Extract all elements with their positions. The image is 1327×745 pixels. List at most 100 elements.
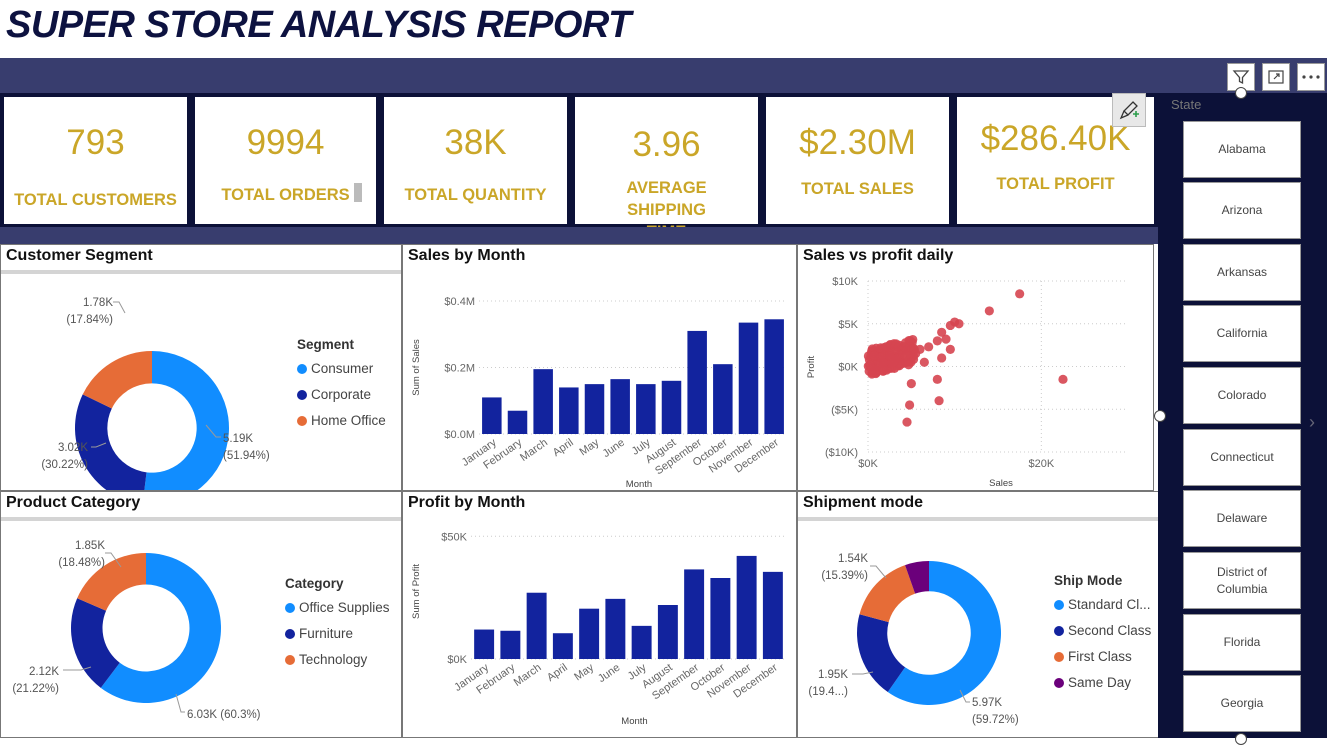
kpi-label: TOTAL PROFIT [996,175,1115,193]
data-label: 6.03K (60.3%) [187,709,261,721]
scatter-point [902,417,912,427]
data-label: (17.84%) [66,314,113,326]
bar [661,380,682,434]
scatter-point [934,396,944,406]
slicer-item[interactable]: Arizona [1183,182,1301,239]
format-brush-icon[interactable] [1112,93,1146,127]
title-underline [1,270,401,274]
scatter-point [1015,289,1025,299]
report-title: SUPER STORE ANALYSIS REPORT [6,4,631,46]
y-tick-label: $10K [832,276,858,288]
slicer-item[interactable]: Arkansas [1183,244,1301,301]
x-axis-title: Sales [989,478,1013,489]
separator-band [0,227,1158,244]
more-options-icon[interactable] [1297,63,1325,91]
legend-marker [1054,652,1064,662]
scatter-point [937,353,947,363]
scatter-point [867,364,877,374]
data-label: 2.12K [29,666,59,678]
bar [579,608,600,659]
scatter-point [905,400,915,410]
kpi-card-quantity[interactable]: 38K TOTAL QUANTITY [384,97,567,224]
visual-title: Sales by Month [408,247,526,264]
shipment-mode-visual[interactable]: Shipment mode Ship Mode Standard Cl... Sec… [797,491,1164,738]
y-tick-label: $50K [441,531,467,543]
sales-by-month-visual[interactable]: Sales by Month $0.0M $0.2M $0.4M January Feb… [402,244,797,491]
x-axis-title: Month [621,716,647,727]
slicer-item[interactable]: Delaware [1183,490,1301,547]
slicer-item[interactable]: California [1183,305,1301,362]
kpi-value: $2.30M [799,123,916,162]
legend-marker [285,655,295,665]
x-tick-label: June [601,437,627,461]
x-tick-label: May [577,436,601,458]
legend-item: Furniture [299,626,353,641]
legend-item: Standard Cl... [1068,597,1151,612]
profit-by-month-visual[interactable]: Profit by Month $0K $50K January February Ma… [402,491,797,738]
bar [482,397,502,434]
y-tick-label: ($10K) [825,447,858,459]
bar [713,364,733,434]
customer-segment-visual[interactable]: Customer Segment Segment Consumer Corporat… [0,244,402,491]
kpi-card-sales[interactable]: $2.30M TOTAL SALES [766,97,949,224]
data-label: (21.22%) [12,683,59,695]
bar [764,319,784,434]
donut-chart: Segment Consumer Corporate Home Office 5.19K… [41,297,386,490]
resize-handle[interactable] [1235,87,1247,99]
bar [657,605,678,659]
y-tick-label: ($5K) [831,404,858,416]
visual-title: Sales vs profit daily [803,247,954,264]
focus-mode-icon[interactable] [1262,63,1290,91]
slicer-item[interactable]: Florida [1183,614,1301,671]
scatter-point [888,357,899,367]
y-tick-label: $0.4M [444,296,475,308]
kpi-card-shipping-time[interactable]: 3.96 AVERAGE SHIPPING TIME [575,97,758,241]
y-tick-label: $0K [447,654,467,666]
bar [631,625,652,659]
product-category-visual[interactable]: Product Category Category Office Supplies… [0,491,402,738]
scatter-point [903,360,914,370]
bar [552,633,573,659]
sales-vs-profit-visual[interactable]: Sales vs profit daily $10K $5K $0K ($5K) ($1… [797,244,1154,491]
legend-marker [285,603,295,613]
scatter-point [932,336,942,346]
legend-item: Home Office [311,413,386,428]
x-tick-label: March [518,437,550,464]
slicer-item[interactable]: Colorado [1183,367,1301,424]
bar [584,384,605,434]
legend-item: Consumer [311,361,374,376]
slicer-item[interactable]: Connecticut [1183,429,1301,486]
slicer-item[interactable]: District of Columbia [1183,552,1301,609]
x-tick-label: $20K [1028,458,1054,470]
legend-item: Office Supplies [299,600,390,615]
resize-grip [354,183,362,202]
kpi-label: TOTAL SALES [801,180,914,198]
chevron-right-icon[interactable]: › [1309,412,1315,433]
scatter-point [1058,374,1068,384]
title-underline [1,517,401,521]
slicer-title: State [1171,97,1202,112]
scatter-point [879,358,889,368]
resize-handle[interactable] [1154,410,1166,422]
resize-handle[interactable] [1235,733,1247,745]
bar [710,578,731,659]
kpi-value: 38K [444,123,507,162]
scatter-point [911,349,921,359]
data-label: (30.22%) [41,459,88,471]
y-tick-label: $0.2M [444,363,475,375]
bar-chart: $0.0M$0.2M$0.4MJanuaryFebruaryMarch April… [411,296,787,490]
data-label: 1.95K [818,669,848,681]
scatter-point [919,357,929,367]
data-label: (19.4...) [808,686,848,698]
scatter-point [932,374,942,384]
scatter-point [891,339,901,349]
visual-title: Shipment mode [803,494,924,511]
slicer-item[interactable]: Alabama [1183,121,1301,178]
y-axis-title: Profit [806,356,817,379]
kpi-card-customers[interactable]: 793 TOTAL CUSTOMERS [4,97,187,224]
legend-item: Second Class [1068,623,1152,638]
kpi-card-orders[interactable]: 9994 TOTAL ORDERS [195,97,376,224]
slicer-item[interactable]: Georgia [1183,675,1301,732]
legend-marker [285,629,295,639]
donut-chart: Category Office Supplies Furniture Technolo… [12,540,390,721]
